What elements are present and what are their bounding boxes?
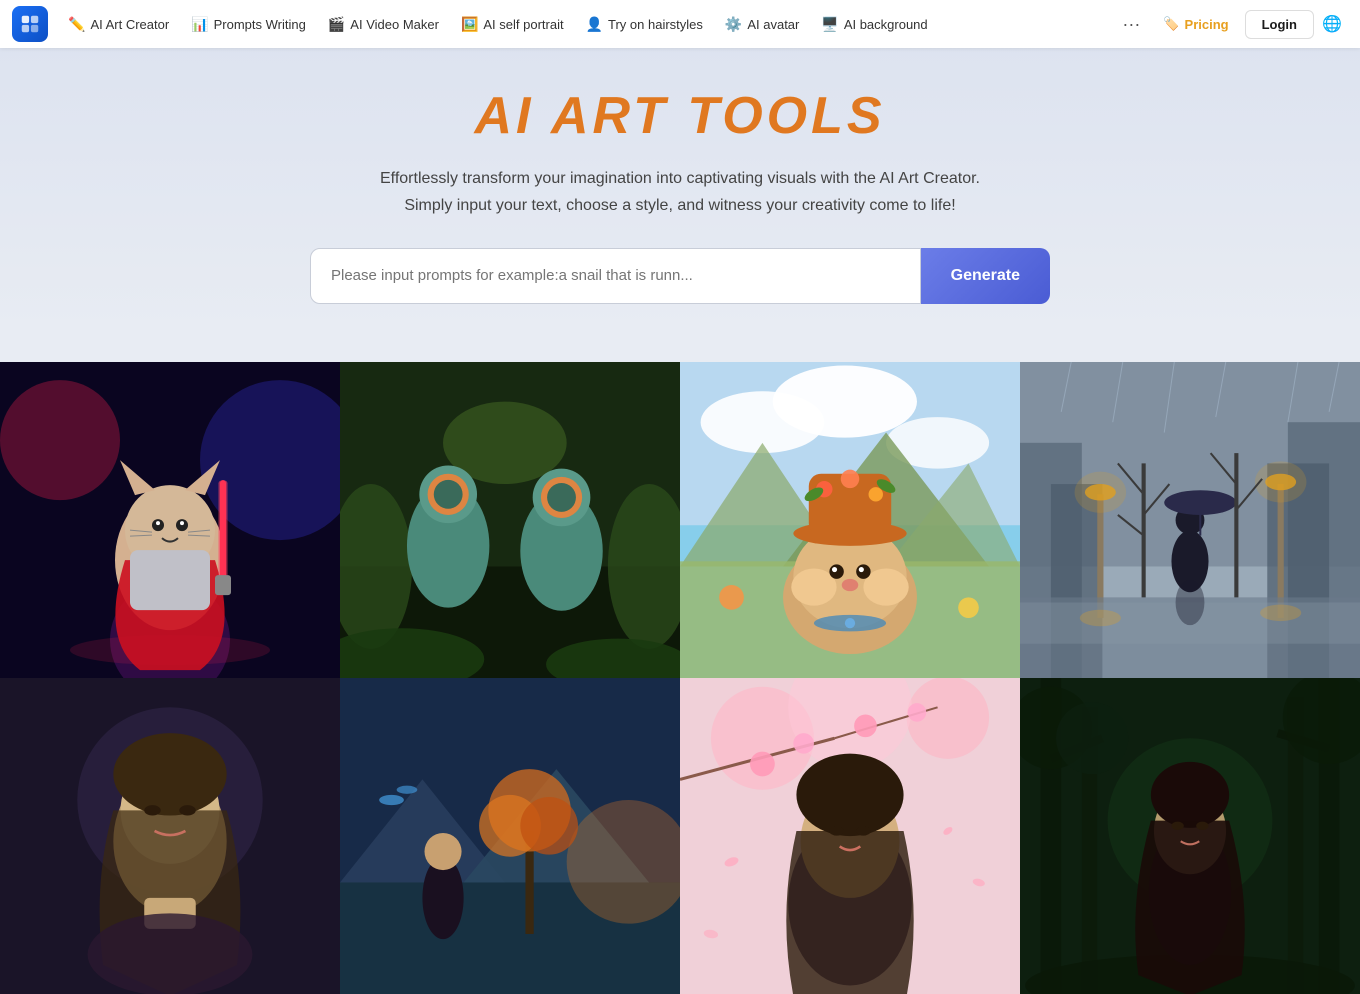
nav-item-ai-avatar[interactable]: ⚙️ AI avatar	[715, 10, 809, 39]
gallery-grid	[0, 362, 1360, 994]
gallery-item-7[interactable]	[680, 678, 1020, 994]
nav-label-ai-avatar: AI avatar	[747, 17, 799, 32]
gallery-image-3	[680, 362, 1020, 678]
nav-label-ai-video-maker: AI Video Maker	[350, 17, 439, 32]
pricing-button[interactable]: 🏷️ Pricing	[1149, 10, 1242, 38]
navbar: ✏️ AI Art Creator 📊 Prompts Writing 🎬 AI…	[0, 0, 1360, 48]
nav-label-try-on-hairstyles: Try on hairstyles	[608, 17, 703, 32]
gallery-image-8	[1020, 678, 1360, 994]
hairstyle-icon: 👤	[586, 16, 603, 33]
logo-icon	[12, 6, 48, 42]
login-button[interactable]: Login	[1245, 10, 1314, 39]
nav-item-ai-background[interactable]: 🖥️ AI background	[811, 10, 937, 39]
hero-subtitle-line2: Simply input your text, choose a style, …	[404, 197, 955, 214]
hero-subtitle-line1: Effortlessly transform your imagination …	[380, 170, 980, 187]
gallery-image-1	[0, 362, 340, 678]
gallery-image-6	[340, 678, 680, 994]
background-icon: 🖥️	[821, 16, 838, 33]
search-bar: Generate	[310, 248, 1050, 304]
gallery-image-7	[680, 678, 1020, 994]
globe-icon: 🌐	[1322, 14, 1342, 34]
nav-item-try-on-hairstyles[interactable]: 👤 Try on hairstyles	[576, 10, 713, 39]
gallery-image-4	[1020, 362, 1360, 678]
gallery-item-4[interactable]	[1020, 362, 1360, 678]
nav-item-ai-self-portrait[interactable]: 🖼️ AI self portrait	[451, 10, 574, 39]
nav-item-ai-art-creator[interactable]: ✏️ AI Art Creator	[58, 10, 179, 39]
gallery-image-5	[0, 678, 340, 994]
gallery-image-2	[340, 362, 680, 678]
video-icon: 🎬	[328, 16, 345, 33]
pencil-icon: ✏️	[68, 16, 85, 33]
hero-section: AI Art Tools Effortlessly transform your…	[0, 48, 1360, 334]
prompt-input[interactable]	[310, 248, 921, 304]
nav-label-ai-self-portrait: AI self portrait	[483, 17, 563, 32]
generate-button[interactable]: Generate	[921, 248, 1050, 304]
gallery-item-6[interactable]	[340, 678, 680, 994]
language-button[interactable]: 🌐	[1316, 8, 1348, 40]
bar-chart-icon: 📊	[191, 16, 208, 33]
gallery-item-8[interactable]	[1020, 678, 1360, 994]
nav-label-prompts-writing: Prompts Writing	[214, 17, 306, 32]
gallery-item-2[interactable]	[340, 362, 680, 678]
gallery	[0, 362, 1360, 994]
more-button[interactable]: ···	[1115, 8, 1147, 40]
hero-subtitle: Effortlessly transform your imagination …	[300, 165, 1060, 219]
avatar-icon: ⚙️	[725, 16, 742, 33]
gallery-item-5[interactable]	[0, 678, 340, 994]
nav-item-prompts-writing[interactable]: 📊 Prompts Writing	[181, 10, 316, 39]
portrait-icon: 🖼️	[461, 16, 478, 33]
tag-icon: 🏷️	[1163, 16, 1179, 32]
hero-title: AI Art Tools	[20, 88, 1340, 145]
logo[interactable]	[12, 6, 48, 42]
nav-item-ai-video-maker[interactable]: 🎬 AI Video Maker	[318, 10, 449, 39]
gallery-item-3[interactable]	[680, 362, 1020, 678]
nav-label-ai-background: AI background	[844, 17, 928, 32]
nav-label-ai-art-creator: AI Art Creator	[90, 17, 169, 32]
gallery-item-1[interactable]	[0, 362, 340, 678]
